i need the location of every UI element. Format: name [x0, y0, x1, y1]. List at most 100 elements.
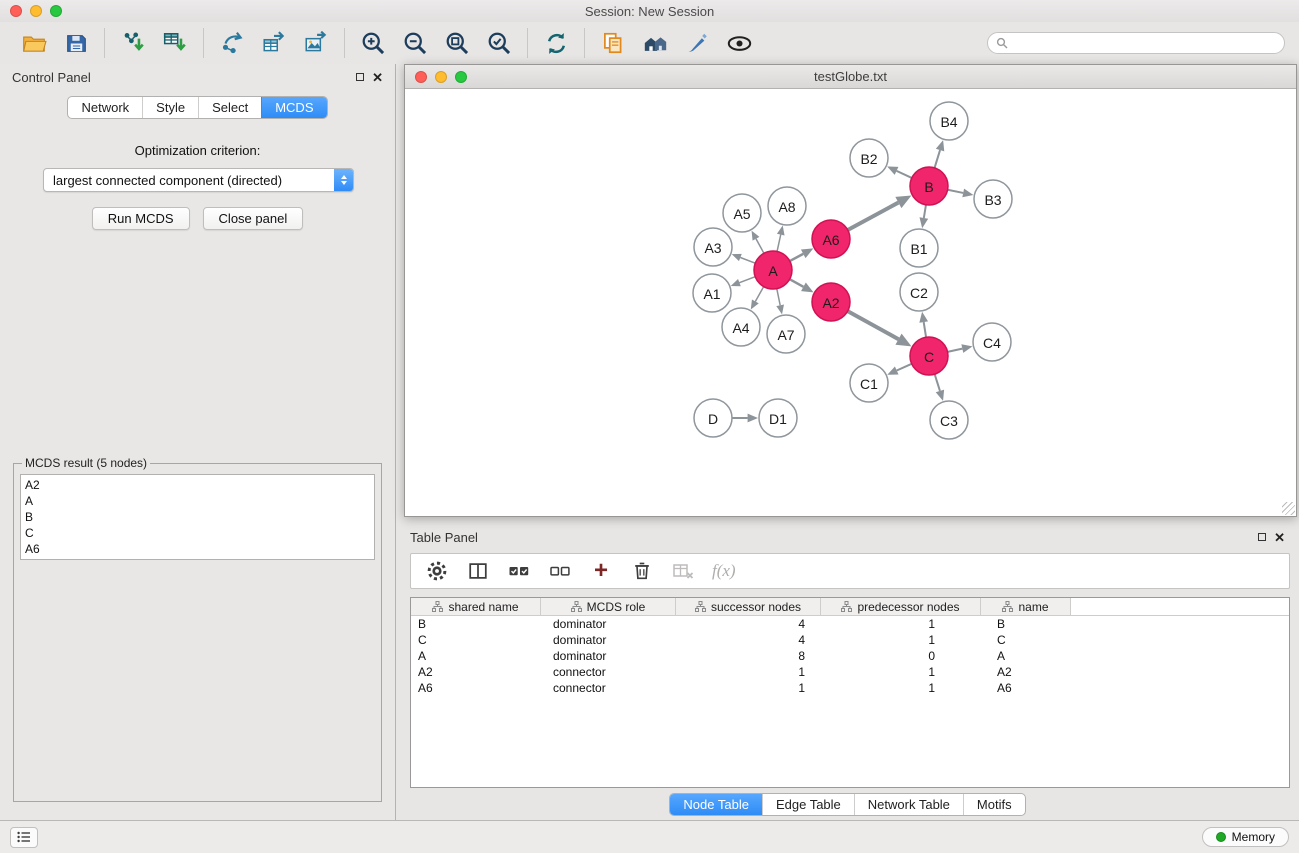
table-cell[interactable]: 0 [821, 649, 981, 663]
tab-network[interactable]: Network [68, 97, 142, 118]
mcds-result-item[interactable]: A [25, 493, 370, 509]
table-cell[interactable]: C [981, 633, 1071, 647]
show-hide-button[interactable] [723, 27, 755, 59]
task-history-button[interactable] [10, 827, 38, 848]
graph-edge-A-A5[interactable] [756, 239, 764, 254]
graph-node-B4[interactable]: B4 [930, 102, 968, 140]
graph-edge-C-C3[interactable] [935, 374, 940, 391]
graph-edge-A-A2[interactable] [790, 279, 804, 287]
table-cell[interactable]: A [981, 649, 1071, 663]
column-header-mcds-role[interactable]: MCDS role [541, 598, 676, 616]
memory-button[interactable]: Memory [1202, 827, 1289, 847]
graph-edge-A-A6[interactable] [790, 254, 803, 261]
table-cell[interactable]: 1 [821, 681, 981, 695]
graph-node-A5[interactable]: A5 [723, 194, 761, 232]
table-row[interactable]: Cdominator41C [411, 632, 1289, 648]
graph-node-A6[interactable]: A6 [812, 220, 850, 258]
table-cell[interactable]: B [411, 617, 541, 631]
graph-node-A3[interactable]: A3 [694, 228, 732, 266]
column-header-predecessor-nodes[interactable]: predecessor nodes [821, 598, 981, 616]
close-panel-button[interactable]: ✕ [372, 71, 383, 84]
graph-node-C[interactable]: C [910, 337, 948, 375]
graph-node-A4[interactable]: A4 [722, 308, 760, 346]
mcds-result-item[interactable]: A2 [25, 477, 370, 493]
table-cell[interactable]: A6 [981, 681, 1071, 695]
style-brush-button[interactable] [681, 27, 713, 59]
graph-node-C4[interactable]: C4 [973, 323, 1011, 361]
table-row[interactable]: A6connector11A6 [411, 680, 1289, 696]
graph-edge-A-A7[interactable] [777, 289, 780, 306]
tab-select[interactable]: Select [198, 97, 261, 118]
graph-node-A1[interactable]: A1 [693, 274, 731, 312]
mcds-result-item[interactable]: C [25, 525, 370, 541]
table-cell[interactable]: connector [541, 681, 676, 695]
table-row[interactable]: A2connector11A2 [411, 664, 1289, 680]
tab-style[interactable]: Style [142, 97, 198, 118]
close-panel-button[interactable]: ✕ [1274, 531, 1285, 544]
tab-network-table[interactable]: Network Table [854, 794, 963, 815]
table-cell[interactable]: 1 [676, 681, 821, 695]
zoom-in-button[interactable] [357, 27, 389, 59]
select-all-button[interactable] [507, 559, 531, 583]
table-cell[interactable]: dominator [541, 649, 676, 663]
zoom-selected-button[interactable] [483, 27, 515, 59]
zoom-out-button[interactable] [399, 27, 431, 59]
column-header-shared-name[interactable]: shared name [411, 598, 541, 616]
table-cell[interactable]: A [411, 649, 541, 663]
table-cell[interactable]: 8 [676, 649, 821, 663]
tab-edge-table[interactable]: Edge Table [762, 794, 854, 815]
graph-edge-C-C2[interactable] [924, 322, 926, 337]
criterion-dropdown[interactable]: largest connected component (directed) [43, 168, 354, 192]
graph-edge-C-C1[interactable] [897, 364, 912, 371]
home-button[interactable] [639, 27, 671, 59]
graph-edge-A-A4[interactable] [755, 287, 763, 302]
graph-edge-B-B3[interactable] [948, 190, 964, 193]
duplicate-network-button[interactable] [597, 27, 629, 59]
export-table-button[interactable] [258, 27, 290, 59]
graph-node-A[interactable]: A [754, 251, 792, 289]
graph-node-B[interactable]: B [910, 167, 948, 205]
table-row[interactable]: Bdominator41B [411, 616, 1289, 632]
show-columns-button[interactable] [466, 559, 490, 583]
graph-node-A2[interactable]: A2 [812, 283, 850, 321]
graph-node-A7[interactable]: A7 [767, 315, 805, 353]
network-graph[interactable]: B4B2BB3A8A5A6A3B1AA1C2A2A4A7C4CC1C3DD1 [405, 89, 1296, 516]
export-network-button[interactable] [216, 27, 248, 59]
table-cell[interactable]: dominator [541, 617, 676, 631]
table-cell[interactable]: 1 [676, 665, 821, 679]
mcds-result-item[interactable]: A6 [25, 541, 370, 557]
graph-edge-A-A1[interactable] [739, 277, 755, 283]
apply-layout-button[interactable] [540, 27, 572, 59]
graph-node-C3[interactable]: C3 [930, 401, 968, 439]
zoom-fit-button[interactable] [441, 27, 473, 59]
search-field[interactable] [987, 32, 1285, 54]
table-cell[interactable]: 1 [821, 665, 981, 679]
table-cell[interactable]: A2 [411, 665, 541, 679]
table-cell[interactable]: A2 [981, 665, 1071, 679]
deselect-all-button[interactable] [548, 559, 572, 583]
graph-edge-A6-B[interactable] [848, 203, 899, 230]
search-input[interactable] [1013, 36, 1276, 50]
graph-edge-A-A8[interactable] [777, 235, 781, 252]
graph-edge-B-B4[interactable] [935, 150, 940, 168]
table-cell[interactable]: 1 [821, 617, 981, 631]
mcds-result-list[interactable]: A2ABCA6 [20, 474, 375, 560]
resize-grip-icon[interactable] [1282, 502, 1295, 515]
column-header-successor-nodes[interactable]: successor nodes [676, 598, 821, 616]
delete-column-button[interactable] [630, 559, 654, 583]
open-session-button[interactable] [18, 27, 50, 59]
network-canvas[interactable]: B4B2BB3A8A5A6A3B1AA1C2A2A4A7C4CC1C3DD1 [405, 89, 1296, 516]
table-cell[interactable]: C [411, 633, 541, 647]
table-cell[interactable]: A6 [411, 681, 541, 695]
graph-node-C1[interactable]: C1 [850, 364, 888, 402]
import-network-button[interactable] [117, 27, 149, 59]
run-mcds-button[interactable]: Run MCDS [92, 207, 190, 230]
graph-node-D1[interactable]: D1 [759, 399, 797, 437]
table-cell[interactable]: 4 [676, 617, 821, 631]
table-cell[interactable]: 1 [821, 633, 981, 647]
tab-motifs[interactable]: Motifs [963, 794, 1025, 815]
table-body[interactable]: Bdominator41BCdominator41CAdominator80AA… [411, 616, 1289, 787]
table-settings-button[interactable] [425, 559, 449, 583]
mcds-result-item[interactable]: B [25, 509, 370, 525]
table-row[interactable]: Adominator80A [411, 648, 1289, 664]
